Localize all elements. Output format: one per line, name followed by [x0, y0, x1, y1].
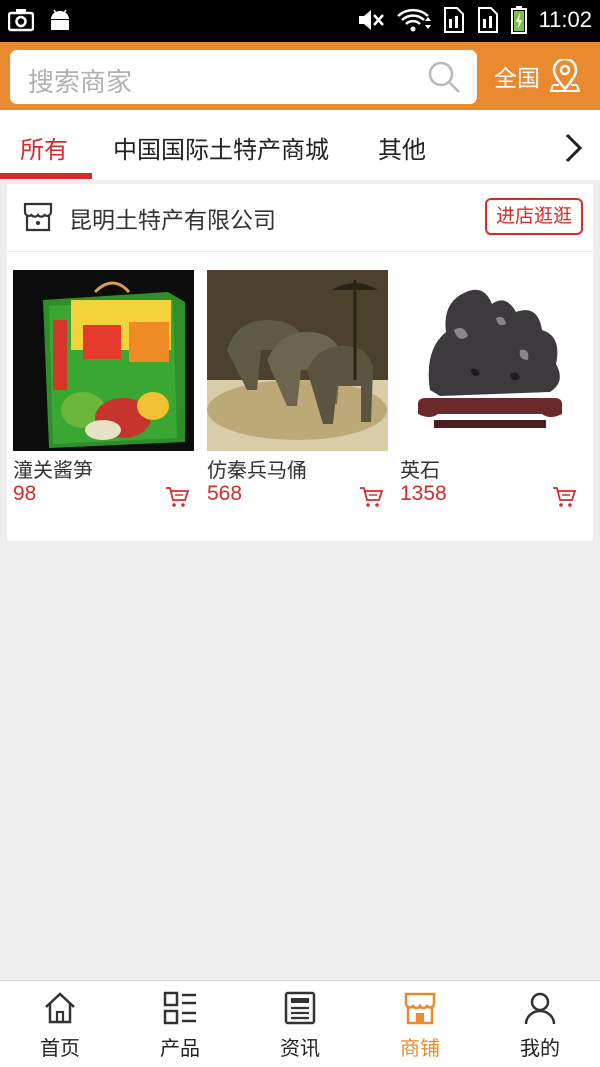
grid-list-icon	[163, 991, 196, 1025]
store-icon	[23, 202, 53, 232]
add-to-cart-icon[interactable]	[552, 486, 576, 508]
product-name: 潼关酱笋	[13, 458, 93, 482]
shop-name: 昆明土特产有限公司	[69, 208, 276, 234]
product-image-pickled-bamboo-gift-box[interactable]	[13, 270, 194, 451]
tab-all[interactable]: 所有	[20, 130, 68, 165]
active-tab-indicator	[0, 173, 92, 179]
nav-stores[interactable]: 商铺	[360, 981, 480, 1067]
sim-signal-icon	[443, 7, 464, 33]
store-icon	[404, 992, 436, 1025]
add-to-cart-icon[interactable]	[165, 486, 189, 508]
product-name: 仿秦兵马俑	[207, 458, 307, 482]
shop-card[interactable]: 昆明土特产有限公司 进店逛逛 潼关酱笋 98 仿秦兵马俑 568 英石 1358	[7, 184, 593, 541]
search-placeholder: 搜索商家	[28, 68, 133, 98]
nav-label: 产品	[160, 1036, 200, 1060]
product-name: 英石	[400, 458, 440, 482]
region-label: 全国	[494, 66, 540, 92]
status-bar: 11:02	[0, 0, 600, 42]
product-image-ying-stone[interactable]	[400, 270, 581, 451]
nav-label: 资讯	[280, 1036, 320, 1060]
product-price: 1358	[400, 482, 447, 505]
android-icon	[51, 9, 69, 30]
battery-icon	[510, 6, 527, 34]
nav-news[interactable]: 资讯	[240, 981, 360, 1067]
nav-mine[interactable]: 我的	[480, 981, 600, 1067]
product-price: 98	[13, 482, 37, 505]
wifi-icon	[396, 8, 431, 32]
search-icon[interactable]	[427, 60, 461, 94]
nav-home[interactable]: 首页	[0, 981, 120, 1067]
news-icon	[284, 991, 316, 1025]
nav-label: 首页	[40, 1036, 80, 1060]
tab-other[interactable]: 其他	[378, 130, 426, 165]
location-pin-icon	[550, 59, 580, 92]
home-icon	[45, 992, 75, 1024]
header-bar: 搜索商家 全国	[0, 42, 600, 110]
status-time: 11:02	[538, 7, 592, 32]
shop-header[interactable]: 昆明土特产有限公司 进店逛逛	[7, 184, 593, 252]
product-image-terracotta-horses-replica[interactable]	[207, 270, 388, 451]
search-input[interactable]: 搜索商家	[10, 50, 477, 104]
nav-label: 商铺	[400, 1036, 440, 1060]
bottom-nav: 首页 产品 资讯 商铺 我的	[0, 980, 600, 1067]
chevron-right-icon[interactable]	[562, 132, 584, 164]
nav-label: 我的	[520, 1036, 560, 1060]
add-to-cart-icon[interactable]	[359, 486, 383, 508]
visit-store-button[interactable]: 进店逛逛	[485, 198, 583, 235]
user-icon	[524, 992, 556, 1025]
tab-china-intl-specialty-mall[interactable]: 中国国际土特产商城	[113, 130, 329, 165]
product-price: 568	[207, 482, 243, 505]
sim-signal-2-icon	[477, 7, 498, 33]
screenshot-icon	[8, 9, 34, 32]
nav-products[interactable]: 产品	[120, 981, 240, 1067]
category-tabs: 所有 中国国际土特产商城 其他	[0, 110, 600, 180]
mute-icon	[358, 10, 384, 30]
region-selector[interactable]: 全国	[494, 59, 580, 93]
